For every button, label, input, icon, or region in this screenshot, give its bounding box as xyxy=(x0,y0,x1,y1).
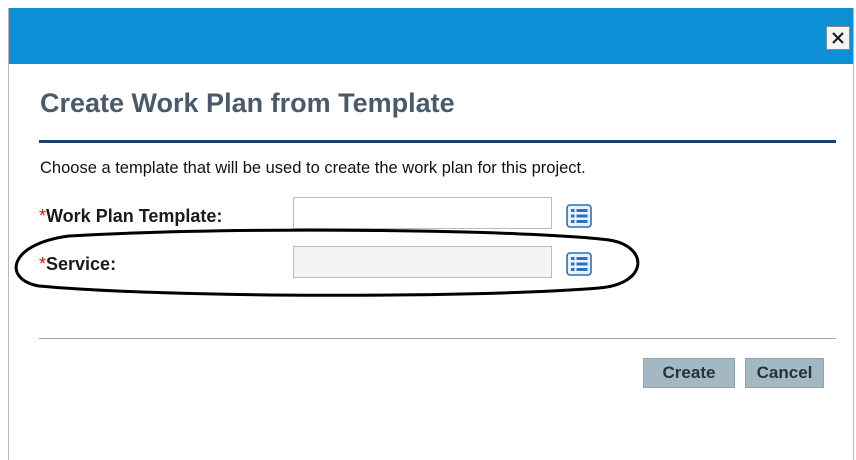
work-plan-template-label-text: Work Plan Template: xyxy=(46,206,223,226)
close-button[interactable] xyxy=(826,26,850,50)
dialog-title-bar xyxy=(9,8,853,64)
service-input[interactable] xyxy=(293,246,552,278)
heading-divider xyxy=(39,140,836,143)
instructions-text: Choose a template that will be used to c… xyxy=(40,159,586,177)
required-marker: * xyxy=(39,206,47,226)
close-icon xyxy=(832,32,844,44)
create-button[interactable]: Create xyxy=(643,358,735,388)
required-marker: * xyxy=(39,254,47,274)
service-label-text: Service: xyxy=(46,254,117,274)
work-plan-template-list-icon[interactable] xyxy=(566,204,592,228)
service-highlight-ellipse xyxy=(14,228,640,297)
dialog-heading: Create Work Plan from Template xyxy=(40,88,455,118)
create-work-plan-dialog: Create Work Plan from Template Choose a … xyxy=(8,8,854,460)
service-list-icon[interactable] xyxy=(566,252,592,276)
work-plan-template-label: *Work Plan Template: xyxy=(39,206,222,227)
cancel-button[interactable]: Cancel xyxy=(745,358,824,388)
work-plan-template-input[interactable] xyxy=(293,197,552,229)
service-label: *Service: xyxy=(39,254,116,275)
footer-divider xyxy=(39,338,836,339)
